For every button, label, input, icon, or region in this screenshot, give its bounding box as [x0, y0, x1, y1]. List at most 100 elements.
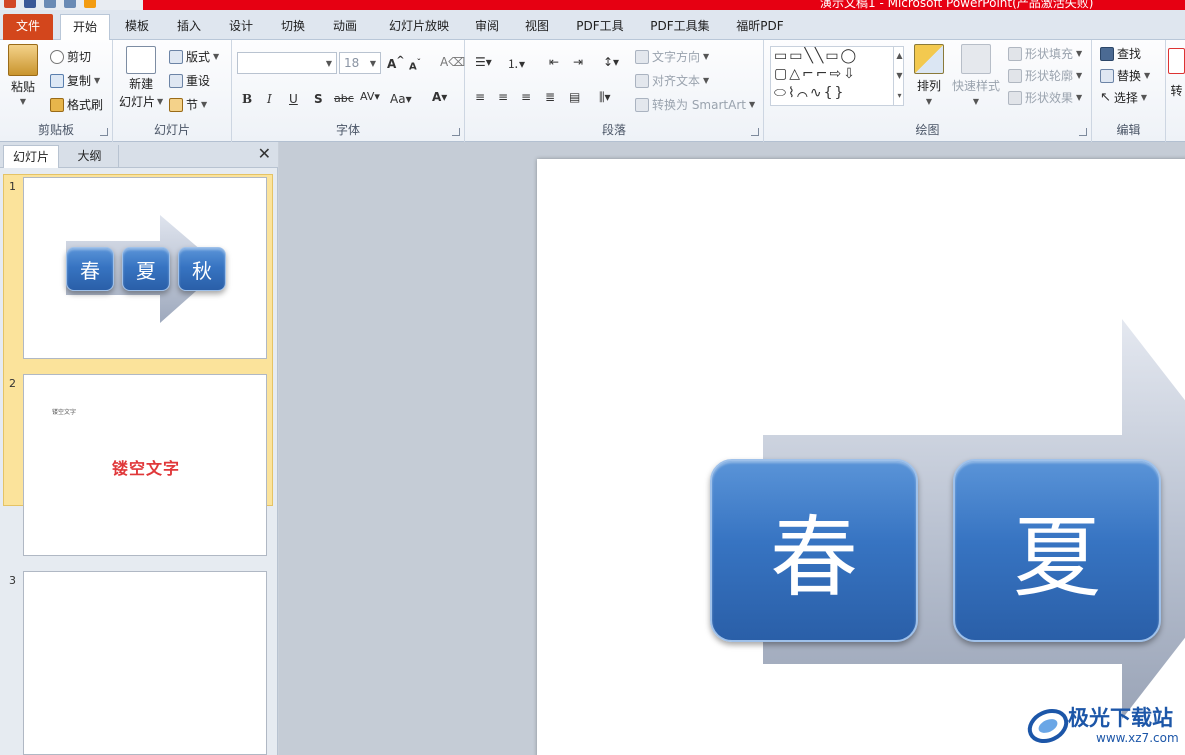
group-label-clipboard: 剪贴板 [37, 123, 74, 137]
tab-home[interactable]: 开始 [60, 14, 110, 41]
tab-slideshow[interactable]: 幻灯片放映 [378, 14, 460, 40]
underline-icon[interactable]: U [289, 92, 298, 106]
layout-icon [169, 49, 183, 64]
tab-foxit-pdf[interactable]: 福昕PDF [728, 14, 792, 40]
slide-thumbnail-2[interactable]: 镂空文字 镂空文字 [23, 374, 267, 556]
shapes-gallery[interactable]: ▭▭╲╲▭◯ ▢△⌐⌐⇨⇩ ⬭⌇⌒∿{} [770, 46, 904, 106]
close-icon[interactable]: ✕ [258, 144, 271, 163]
distributed-icon[interactable]: ▤ [569, 90, 580, 104]
align-center-icon[interactable]: ≡ [498, 90, 508, 104]
numbering-icon[interactable]: ⒈▾ [507, 55, 525, 72]
shrink-font-icon[interactable]: Aˇ [409, 57, 421, 72]
shape-fill-button[interactable]: 形状填充 ▼ [1008, 45, 1082, 62]
chevron-down-icon: ▼ [1144, 71, 1151, 80]
tab-pdf-toolset[interactable]: PDF工具集 [642, 14, 718, 40]
group-label-paragraph: 段落 [601, 123, 626, 137]
new-slide-button[interactable]: 新建 幻灯片 ▼ [119, 46, 163, 110]
character-spacing-icon[interactable]: AV▾ [360, 90, 380, 103]
justify-icon[interactable]: ≣ [545, 90, 555, 104]
reset-button[interactable]: 重设 [169, 72, 210, 89]
chevron-down-icon: ▼ [94, 76, 101, 85]
font-size-select[interactable]: 18 ▼ [339, 52, 381, 74]
section-button[interactable]: 节 ▼ [169, 96, 207, 113]
align-right-icon[interactable]: ≡ [521, 90, 531, 104]
clear-formatting-icon[interactable]: A⌫ [440, 55, 465, 69]
columns-icon[interactable]: ⫼▾ [599, 90, 611, 105]
dialog-launcher-icon[interactable] [100, 128, 108, 136]
watermark-url: www.xz7.com [1096, 731, 1179, 745]
tab-view[interactable]: 视图 [514, 14, 560, 40]
bold-icon[interactable]: B [242, 92, 252, 106]
line-spacing-icon[interactable]: ↕▾ [603, 55, 619, 69]
align-text-button[interactable]: 对齐文本 ▼ [635, 72, 709, 89]
group-drawing: ▭▭╲╲▭◯ ▢△⌐⌐⇨⇩ ⬭⌇⌒∿{} ▲ ▼ ▾ 排列 ▼ 快速样式 ▼ 形状填… [764, 40, 1092, 142]
group-label-editing: 编辑 [1116, 123, 1141, 137]
section-label: 节 [186, 98, 199, 112]
convert-smartart-button[interactable]: 转换为 SmartArt ▼ [635, 96, 755, 113]
tab-animations[interactable]: 动画 [322, 14, 368, 40]
slide-box-summer[interactable]: 夏 [953, 459, 1161, 642]
slide-thumbnail-1[interactable]: 春 夏 秋 [23, 177, 267, 359]
shape-outline-label: 形状轮廓 [1025, 69, 1074, 83]
chevron-down-icon: ▼ [325, 58, 332, 68]
convert-button[interactable]: 转 [1168, 48, 1185, 99]
cut-label: 剪切 [67, 50, 92, 64]
font-name-select[interactable]: ▼ [237, 52, 337, 74]
shadow-icon[interactable]: S [314, 92, 323, 106]
tab-slides[interactable]: 幻灯片 [3, 145, 59, 168]
slide-canvas[interactable]: 春 夏 [537, 159, 1185, 755]
tab-templates[interactable]: 模板 [114, 14, 160, 40]
paste-button[interactable]: 粘贴 ▼ [8, 44, 38, 106]
dialog-launcher-icon[interactable] [452, 128, 460, 136]
find-button[interactable]: 查找 [1100, 45, 1141, 62]
shape-outline-button[interactable]: 形状轮廓 ▼ [1008, 67, 1082, 84]
arrow-shape [763, 319, 1185, 719]
text-direction-label: 文字方向 [652, 50, 701, 64]
align-text-icon [635, 73, 649, 88]
brush-icon [50, 97, 64, 112]
select-button[interactable]: ↖ 选择 ▼ [1100, 89, 1147, 106]
tab-outline[interactable]: 大纲 [61, 145, 119, 168]
dialog-launcher-icon[interactable] [751, 128, 759, 136]
tab-transitions[interactable]: 切换 [270, 14, 316, 40]
font-color-icon[interactable]: A▾ [432, 90, 447, 104]
save-icon[interactable] [24, 0, 36, 8]
tab-review[interactable]: 审阅 [464, 14, 510, 40]
format-painter-label: 格式刷 [67, 98, 104, 112]
group-editing: 查找 替换 ▼ ↖ 选择 ▼ 编辑 [1092, 40, 1166, 142]
format-painter-button[interactable]: 格式刷 [50, 96, 103, 113]
text-direction-button[interactable]: 文字方向 ▼ [635, 48, 709, 65]
slide-thumbnail-3[interactable] [23, 571, 267, 755]
replace-label: 替换 [1117, 69, 1142, 83]
increase-indent-icon[interactable]: ⇥ [573, 55, 583, 69]
undo-icon[interactable] [44, 0, 56, 8]
bullets-icon[interactable]: ☰▾ [475, 55, 492, 69]
replace-button[interactable]: 替换 ▼ [1100, 67, 1150, 84]
copy-button[interactable]: 复制 ▼ [50, 72, 100, 89]
tab-pdf-tools[interactable]: PDF工具 [568, 14, 632, 40]
tab-insert[interactable]: 插入 [166, 14, 212, 40]
tab-file[interactable]: 文件 [3, 14, 53, 40]
italic-icon[interactable]: I [267, 92, 272, 106]
chevron-down-icon: ▼ [703, 52, 710, 61]
quick-styles-button[interactable]: 快速样式 ▼ [952, 44, 1000, 106]
tab-design[interactable]: 设计 [218, 14, 264, 40]
shape-fill-label: 形状填充 [1025, 47, 1074, 61]
customize-icon[interactable] [84, 0, 96, 8]
align-left-icon[interactable]: ≡ [475, 90, 485, 104]
change-case-icon[interactable]: Aa▾ [390, 92, 412, 106]
decrease-indent-icon[interactable]: ⇤ [549, 55, 559, 69]
slide-box-spring[interactable]: 春 [710, 459, 918, 642]
smartart-icon [635, 97, 649, 112]
arrange-button[interactable]: 排列 ▼ [914, 44, 944, 106]
layout-button[interactable]: 版式 ▼ [169, 48, 219, 65]
shape-effects-button[interactable]: 形状效果 ▼ [1008, 89, 1082, 106]
gallery-scroll[interactable]: ▲ ▼ ▾ [893, 46, 905, 106]
grow-font-icon[interactable]: A^ [387, 55, 405, 71]
arrange-icon [914, 44, 944, 74]
shapes-row-3-icon: ⬭⌇⌒∿{} [774, 85, 846, 101]
redo-icon[interactable] [64, 0, 76, 8]
dialog-launcher-icon[interactable] [1079, 128, 1087, 136]
strikethrough-icon[interactable]: abc [334, 92, 354, 105]
cut-button[interactable]: 剪切 [50, 48, 91, 65]
